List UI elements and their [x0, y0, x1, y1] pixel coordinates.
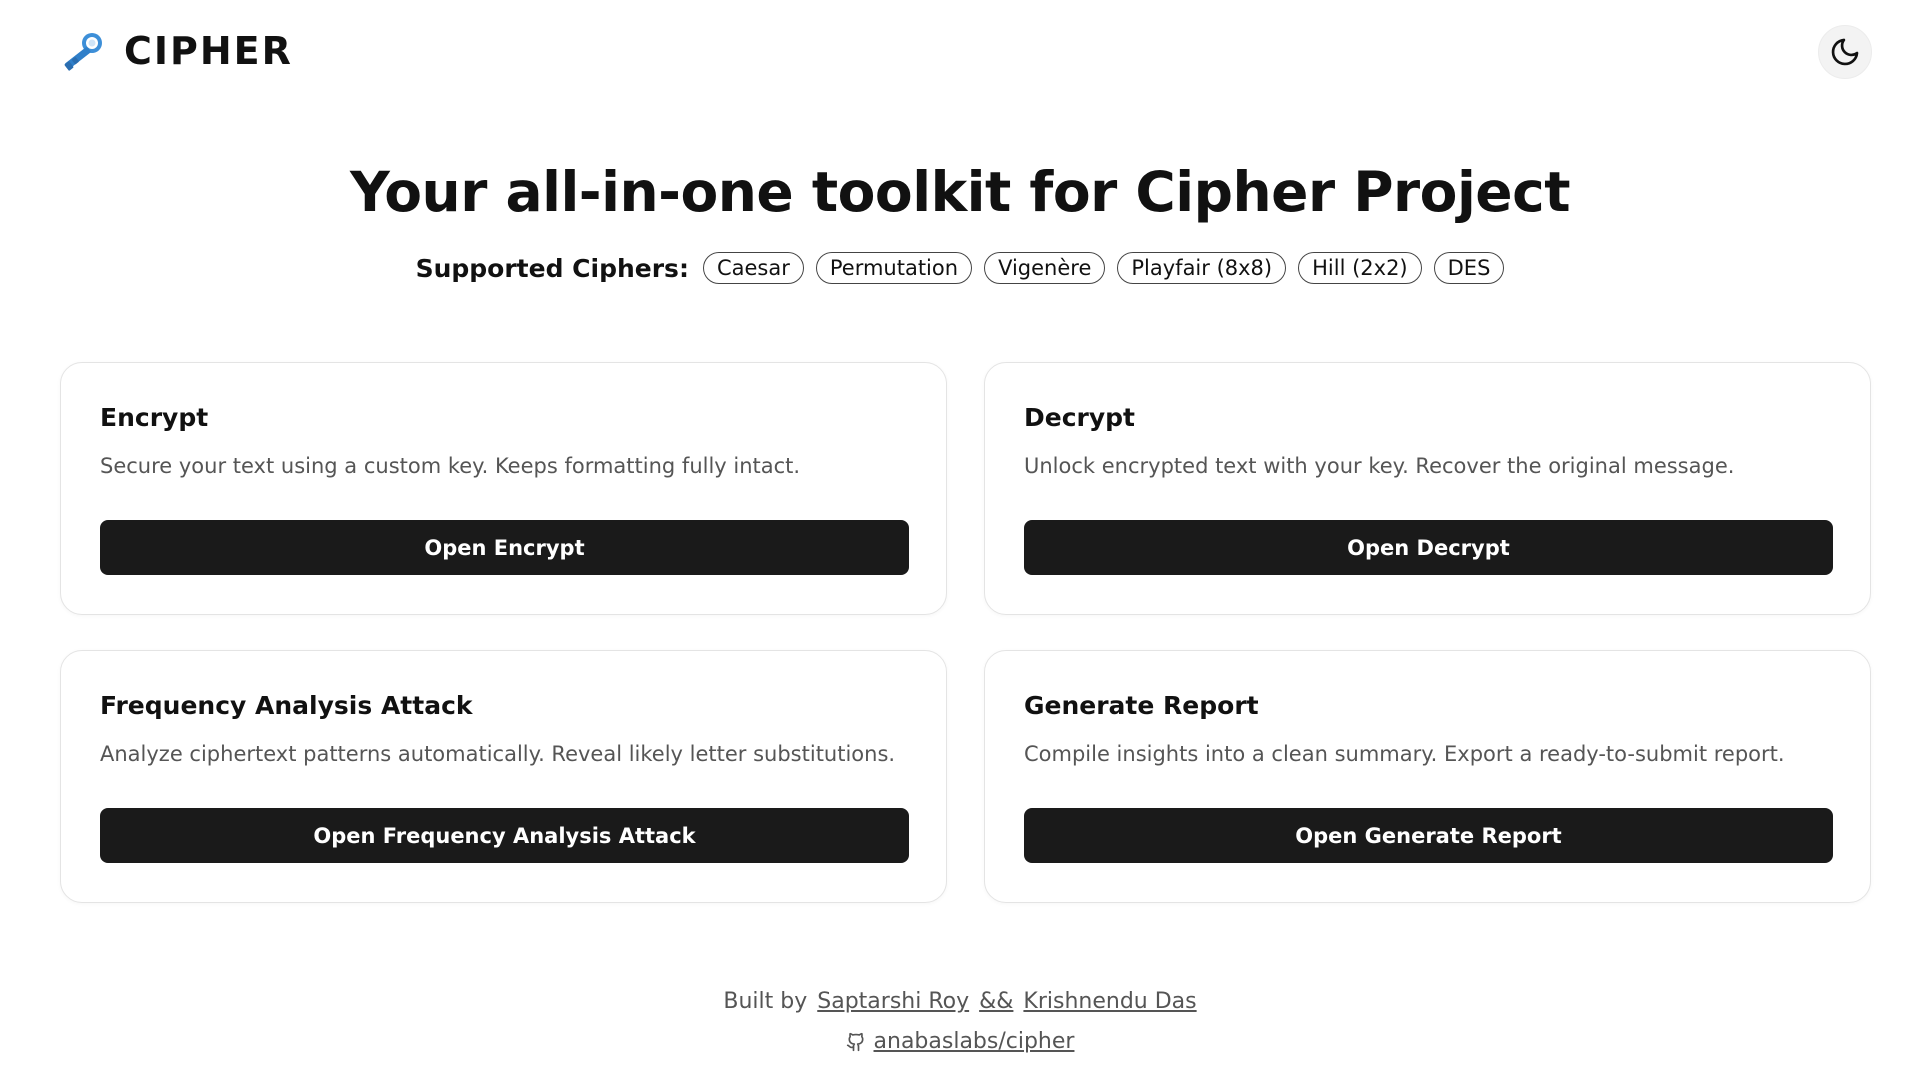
- github-icon: [846, 1032, 864, 1051]
- card-description: Analyze ciphertext patterns automaticall…: [100, 742, 896, 766]
- built-by-label: Built by: [723, 989, 808, 1014]
- brand-link[interactable]: CIPHER: [60, 28, 293, 74]
- top-bar: CIPHER: [0, 0, 1920, 104]
- page-title: Your all-in-one toolkit for Cipher Proje…: [349, 160, 1571, 224]
- author-separator[interactable]: &&: [979, 989, 1013, 1014]
- frequency-analysis-card: Frequency Analysis Attack Analyze cipher…: [60, 650, 947, 903]
- generate-report-card: Generate Report Compile insights into a …: [984, 650, 1871, 903]
- footer-credit: Built by Saptarshi Roy && Krishnendu Das: [0, 989, 1920, 1014]
- theme-toggle-button[interactable]: [1818, 25, 1872, 79]
- cipher-chip-permutation: Permutation: [815, 252, 973, 284]
- cipher-chip-playfair: Playfair (8x8): [1117, 252, 1287, 284]
- cipher-chip-hill: Hill (2x2): [1298, 252, 1422, 284]
- card-description: Compile insights into a clean summary. E…: [1024, 742, 1785, 766]
- author-link-saptarshi[interactable]: Saptarshi Roy: [817, 989, 969, 1014]
- cipher-chip-vigenere: Vigenère: [984, 252, 1106, 284]
- card-title: Frequency Analysis Attack: [100, 691, 473, 720]
- open-frequency-analysis-button[interactable]: Open Frequency Analysis Attack: [100, 808, 909, 863]
- card-description: Unlock encrypted text with your key. Rec…: [1024, 454, 1735, 478]
- cipher-chip-caesar: Caesar: [702, 252, 804, 284]
- author-link-krishnendu[interactable]: Krishnendu Das: [1023, 989, 1196, 1014]
- cipher-chip-des: DES: [1433, 252, 1505, 284]
- encrypt-card: Encrypt Secure your text using a custom …: [60, 362, 947, 615]
- open-encrypt-button[interactable]: Open Encrypt: [100, 520, 909, 575]
- card-title: Encrypt: [100, 403, 209, 432]
- card-title: Decrypt: [1024, 403, 1135, 432]
- brand-name: CIPHER: [124, 29, 293, 73]
- card-description: Secure your text using a custom key. Kee…: [100, 454, 801, 478]
- supported-ciphers: Supported Ciphers: Caesar Permutation Vi…: [0, 252, 1920, 284]
- key-icon: [64, 33, 102, 71]
- card-title: Generate Report: [1024, 691, 1259, 720]
- open-decrypt-button[interactable]: Open Decrypt: [1024, 520, 1833, 575]
- repo-link[interactable]: anabaslabs/cipher: [874, 1029, 1075, 1054]
- footer-repo: anabaslabs/cipher: [0, 1029, 1920, 1054]
- decrypt-card: Decrypt Unlock encrypted text with your …: [984, 362, 1871, 615]
- moon-icon: [1831, 38, 1859, 66]
- ciphers-label: Supported Ciphers:: [415, 253, 689, 283]
- open-generate-report-button[interactable]: Open Generate Report: [1024, 808, 1833, 863]
